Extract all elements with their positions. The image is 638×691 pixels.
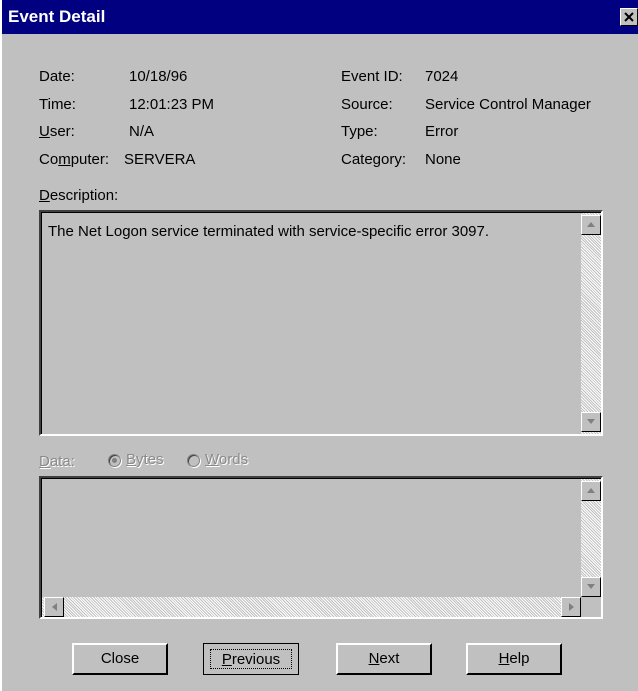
arrow-up-icon (587, 488, 595, 493)
data-vertical-scrollbar[interactable] (581, 479, 601, 597)
arrow-down-icon (587, 419, 595, 424)
next-button[interactable]: Next (336, 643, 432, 675)
bytes-radio[interactable] (108, 454, 121, 467)
data-scroll-up-button[interactable] (581, 481, 601, 501)
data-textbox[interactable] (39, 476, 603, 619)
data-horizontal-scrollbar[interactable] (42, 597, 581, 617)
words-radio[interactable] (187, 454, 200, 467)
computer-value: SERVERA (124, 151, 196, 168)
arrow-left-icon (52, 603, 57, 611)
arrow-right-icon (569, 603, 574, 611)
type-value: Error (425, 123, 459, 140)
window-title: Event Detail (8, 7, 106, 26)
eventid-label: Event ID: (341, 68, 403, 85)
category-label: Category: (341, 151, 407, 168)
description-scrollbar[interactable] (581, 213, 601, 434)
source-label: Source: (341, 96, 393, 113)
close-button[interactable]: Close (72, 643, 168, 675)
title-bar[interactable]: Event Detail (2, 0, 638, 34)
close-button-label: Close (100, 650, 140, 667)
scroll-down-button[interactable] (581, 412, 601, 432)
description-text: The Net Logon service terminated with se… (48, 223, 490, 240)
date-label: Date: (39, 68, 75, 85)
window-close-button[interactable] (620, 8, 638, 26)
data-scroll-left-button[interactable] (44, 597, 64, 617)
user-value: N/A (129, 123, 155, 140)
arrow-down-icon (587, 584, 595, 589)
user-label: User: (39, 123, 75, 140)
help-button[interactable]: Help (466, 643, 562, 675)
scroll-up-button[interactable] (581, 215, 601, 235)
source-value: Service Control Manager (425, 96, 591, 113)
time-value: 12:01:23 PM (129, 96, 215, 113)
previous-button[interactable]: Previous (203, 643, 299, 675)
time-label: Time: (39, 96, 76, 113)
description-label: Description: (39, 187, 119, 204)
close-icon (624, 12, 634, 22)
scrollbar-corner (581, 597, 601, 617)
data-label: Data: (39, 453, 75, 470)
type-label: Type: (341, 123, 378, 140)
description-textbox[interactable]: The Net Logon service terminated with se… (39, 210, 603, 436)
data-scroll-right-button[interactable] (561, 597, 581, 617)
data-scroll-down-button[interactable] (581, 577, 601, 597)
bytes-label[interactable]: Bytes (126, 451, 164, 468)
date-value: 10/18/96 (129, 68, 188, 85)
words-label[interactable]: Words (205, 451, 248, 468)
event-detail-window: Event Detail Date: 10/18/96 Time: 12:01:… (2, 0, 638, 691)
computer-label: Computer: (39, 151, 110, 168)
category-value: None (425, 151, 461, 168)
eventid-value: 7024 (425, 68, 459, 85)
arrow-up-icon (587, 222, 595, 227)
